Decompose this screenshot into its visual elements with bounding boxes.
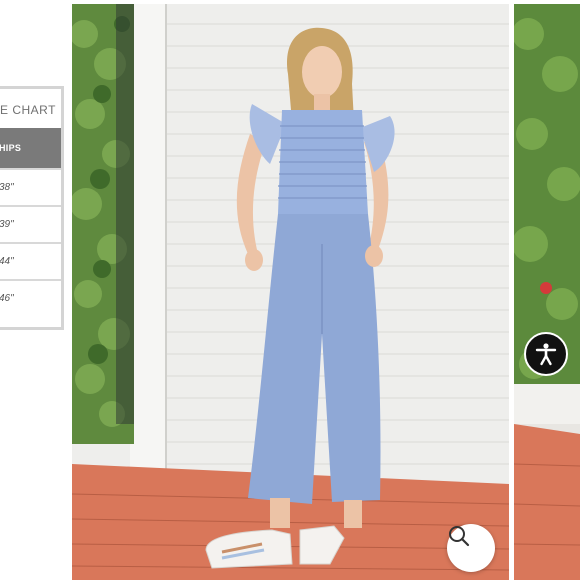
accessibility-person-icon <box>535 343 557 366</box>
zoom-button[interactable] <box>447 524 495 572</box>
size-chart-value: 38" <box>0 182 14 193</box>
size-chart-value: 46" <box>0 293 14 304</box>
size-chart-value: 44" <box>0 256 14 267</box>
main-product-image[interactable] <box>72 4 509 580</box>
next-product-photo <box>514 4 580 580</box>
size-chart-title: E CHART <box>0 103 56 117</box>
size-chart-header-label: HIPS <box>0 143 22 153</box>
previous-slide[interactable]: E CHART HIPS 38" 39" 44" 46" <box>0 0 72 580</box>
size-chart-row: 44" <box>0 242 61 279</box>
product-photo <box>72 4 509 580</box>
size-chart-header: HIPS <box>0 128 61 168</box>
size-chart-row: 46" <box>0 279 61 316</box>
next-slide[interactable] <box>514 4 580 580</box>
size-chart-row: 39" <box>0 205 61 242</box>
search-icon <box>449 526 470 547</box>
accessibility-button[interactable] <box>524 332 568 376</box>
size-chart: E CHART HIPS 38" 39" 44" 46" <box>0 86 64 330</box>
size-chart-value: 39" <box>0 219 14 230</box>
size-chart-row: 38" <box>0 168 61 205</box>
